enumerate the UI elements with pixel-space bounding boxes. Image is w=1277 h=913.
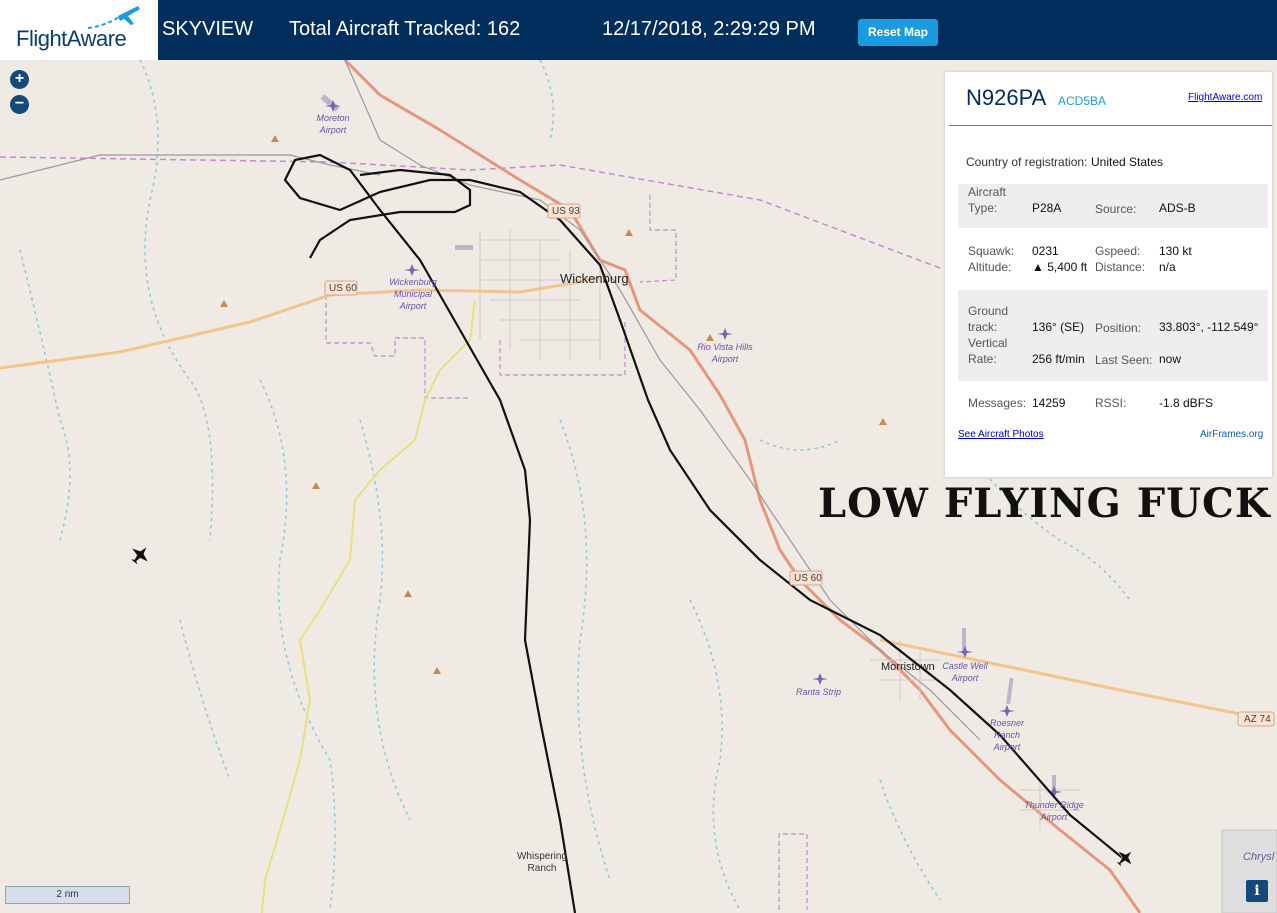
rssi-value: -1.8 dBFS (1159, 396, 1214, 410)
airport-label: Moreton Airport (316, 113, 350, 135)
type-label: Aircraft Type: (968, 185, 1007, 215)
distance-label: Distance: (1095, 260, 1146, 274)
gspeed-value: 130 kt (1159, 244, 1192, 258)
airport-label: Roesner Ranch Airport (989, 718, 1025, 752)
highway-label-us60-east: US 60 (794, 573, 822, 584)
position-label: Position: (1095, 321, 1142, 335)
vrate-label: Vertical Rate: (968, 336, 1008, 366)
overlay-caption: LOW FLYING FUCK (818, 480, 1271, 527)
highway-label-az74: AZ 74 (1244, 714, 1271, 725)
airport-label: Rio Vista Hills Airport (697, 342, 753, 364)
reset-map-button[interactable]: Reset Map (858, 19, 938, 46)
track-value: 136° (SE) (1032, 320, 1085, 334)
squawk-value: 0231 (1032, 244, 1059, 258)
flightaware-link[interactable]: FlightAware.com (1188, 92, 1262, 103)
source-value: ADS-B (1159, 201, 1196, 215)
aircraft-registration: N926PA (966, 85, 1047, 110)
lastseen-label: Last Seen: (1095, 353, 1153, 367)
scale-bar: 2 nm (5, 886, 130, 904)
messages-value: 14259 (1032, 396, 1066, 410)
country-label: Country of registration: (966, 155, 1088, 169)
city-label: Wickenburg (560, 271, 629, 286)
map-view[interactable]: US 93 US 60 US 60 AZ 74 Wickenburg Morri… (0, 60, 1277, 913)
position-value: 33.803°, -112.549° (1159, 320, 1259, 334)
rssi-label: RSSI: (1095, 396, 1127, 410)
country-value: United States (1091, 155, 1164, 169)
squawk-label: Squawk: (968, 244, 1015, 258)
airport-label: Castle Well Airport (942, 661, 988, 683)
info-button[interactable]: i (1246, 880, 1268, 902)
airframes-link[interactable]: AirFrames.org (1200, 429, 1263, 440)
gspeed-label: Gspeed: (1095, 244, 1141, 258)
type-value: P28A (1032, 201, 1062, 215)
zoom-out-button[interactable]: − (10, 95, 29, 114)
altitude-value: ▲ 5,400 ft (1032, 260, 1088, 274)
town-label: Morristown (881, 661, 935, 673)
distance-value: n/a (1159, 260, 1176, 274)
aircraft-info-panel: N926PA ACD5BA FlightAware.com Country of… (945, 72, 1272, 477)
selected-aircraft-icon[interactable] (1112, 844, 1140, 872)
source-label: Source: (1095, 202, 1137, 216)
edge-place-label: Chrysl (1243, 851, 1275, 863)
flightaware-logo[interactable]: FlightAware (0, 0, 158, 60)
airport-label: Wickenburg Municipal Airport (389, 277, 437, 311)
top-header: FlightAware SKYVIEW Total Aircraft Track… (0, 0, 1277, 60)
altitude-label: Altitude: (968, 260, 1012, 274)
vrate-value: 256 ft/min (1032, 352, 1085, 366)
current-datetime: 12/17/2018, 2:29:29 PM (602, 18, 816, 40)
aircraft-photos-link[interactable]: See Aircraft Photos (958, 429, 1044, 440)
logo-text: FlightAware (16, 26, 127, 51)
airport-label: Ranta Strip (796, 687, 842, 697)
place-label: Whispering Ranch (516, 851, 568, 874)
track-label: Ground track: (968, 304, 1009, 334)
aircraft-icon[interactable] (127, 541, 155, 568)
panel-divider (949, 125, 1272, 126)
zoom-in-button[interactable]: + (10, 70, 29, 89)
mode-title: SKYVIEW (162, 18, 254, 40)
lastseen-value: now (1159, 352, 1182, 366)
highway-label-us60: US 60 (329, 283, 357, 294)
highway-label-us93: US 93 (552, 206, 580, 217)
airport-label: Thunder Ridge Airport (1024, 800, 1084, 822)
aircraft-hex: ACD5BA (1058, 94, 1107, 108)
total-aircraft-count: Total Aircraft Tracked: 162 (289, 18, 521, 40)
messages-label: Messages: (968, 396, 1027, 410)
